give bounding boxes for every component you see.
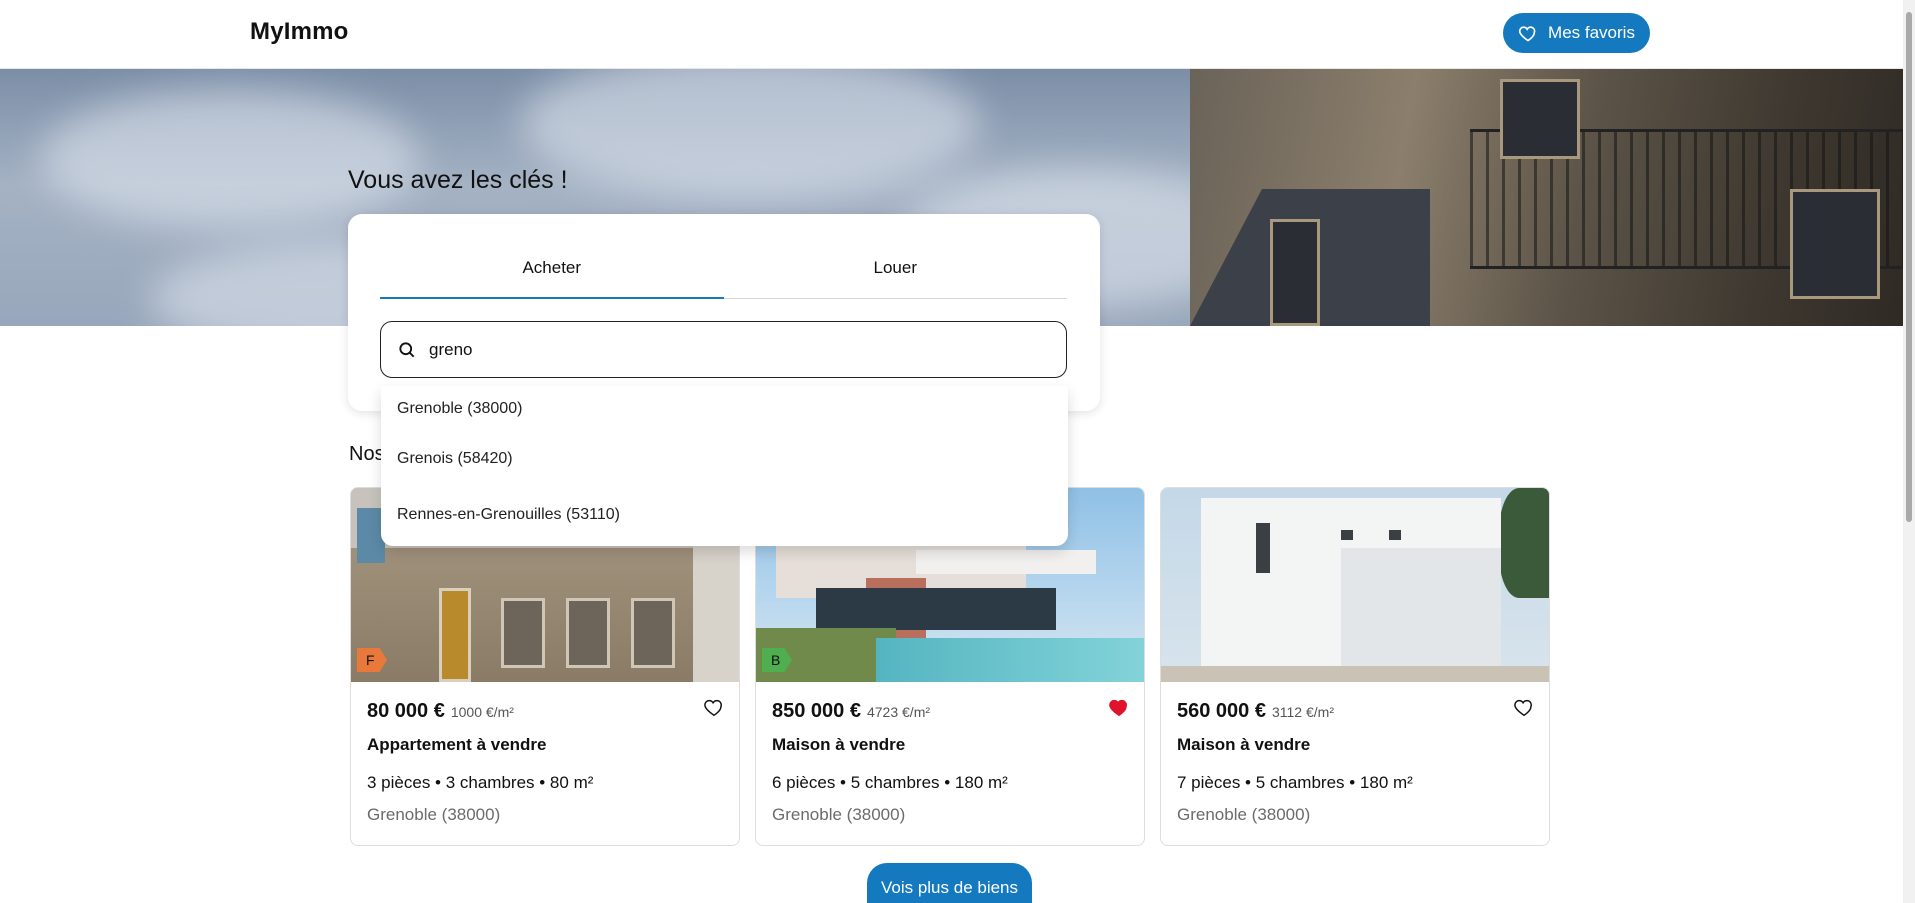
search-input[interactable] bbox=[429, 339, 1029, 360]
energy-class-badge: F bbox=[357, 648, 387, 672]
see-more-button[interactable]: Vois plus de biens bbox=[867, 863, 1032, 903]
suggestion-item[interactable]: Grenois (58420) bbox=[381, 438, 1068, 494]
search-card: Acheter Louer bbox=[348, 214, 1100, 411]
search-field[interactable] bbox=[380, 321, 1067, 378]
suggestions-dropdown: Grenoble (38000) Grenois (58420) Rennes-… bbox=[381, 386, 1068, 546]
heart-outline-icon bbox=[1518, 26, 1536, 42]
listing-specs: 3 pièces • 3 chambres • 80 m² bbox=[367, 773, 594, 792]
listing-price: 560 000 € bbox=[1177, 700, 1266, 722]
listing-specs: 6 pièces • 5 chambres • 180 m² bbox=[772, 773, 1008, 792]
listing-price-per-m2: 3112 €/m² bbox=[1271, 704, 1334, 720]
top-header: MyImmo Mes favoris bbox=[0, 0, 1903, 69]
listing-price: 850 000 € bbox=[772, 700, 861, 722]
listing-price-per-m2: 4723 €/m² bbox=[866, 704, 931, 720]
listing-type: Appartement à vendre bbox=[367, 735, 547, 754]
page-scrollbar[interactable] bbox=[1903, 0, 1915, 903]
search-tabs: Acheter Louer bbox=[380, 254, 1067, 299]
listing-type: Maison à vendre bbox=[772, 735, 906, 754]
listing-photo bbox=[1161, 488, 1549, 682]
favorites-button[interactable]: Mes favoris bbox=[1503, 13, 1650, 53]
listing-price: 80 000 € bbox=[367, 700, 445, 722]
listing-location: Grenoble (38000) bbox=[1177, 805, 1311, 824]
suggestion-item[interactable]: Rennes-en-Grenouilles (53110) bbox=[381, 494, 1068, 550]
scrollbar-thumb[interactable] bbox=[1906, 12, 1912, 522]
search-icon bbox=[399, 341, 415, 357]
tab-acheter[interactable]: Acheter bbox=[380, 254, 724, 299]
section-title: Nos bbox=[349, 443, 385, 465]
favorites-button-label: Mes favoris bbox=[1548, 23, 1635, 42]
site-logo[interactable]: MyImmo bbox=[250, 18, 349, 46]
hero-title: Vous avez les clés ! bbox=[348, 166, 568, 194]
listing-type: Maison à vendre bbox=[1177, 735, 1311, 754]
suggestion-item[interactable]: Grenoble (38000) bbox=[381, 388, 1068, 438]
listing-location: Grenoble (38000) bbox=[367, 805, 501, 824]
favorite-heart-icon[interactable] bbox=[1513, 696, 1535, 718]
listing-card[interactable]: 560 000 € 3112 €/m² Maison à vendre 7 pi… bbox=[1160, 487, 1550, 846]
tab-louer[interactable]: Louer bbox=[724, 254, 1068, 298]
favorite-heart-icon[interactable] bbox=[1108, 696, 1130, 718]
listing-price-per-m2: 1000 €/m² bbox=[450, 704, 514, 720]
listing-specs: 7 pièces • 5 chambres • 180 m² bbox=[1177, 773, 1413, 792]
favorite-heart-icon[interactable] bbox=[703, 696, 725, 718]
listing-location: Grenoble (38000) bbox=[772, 805, 906, 824]
